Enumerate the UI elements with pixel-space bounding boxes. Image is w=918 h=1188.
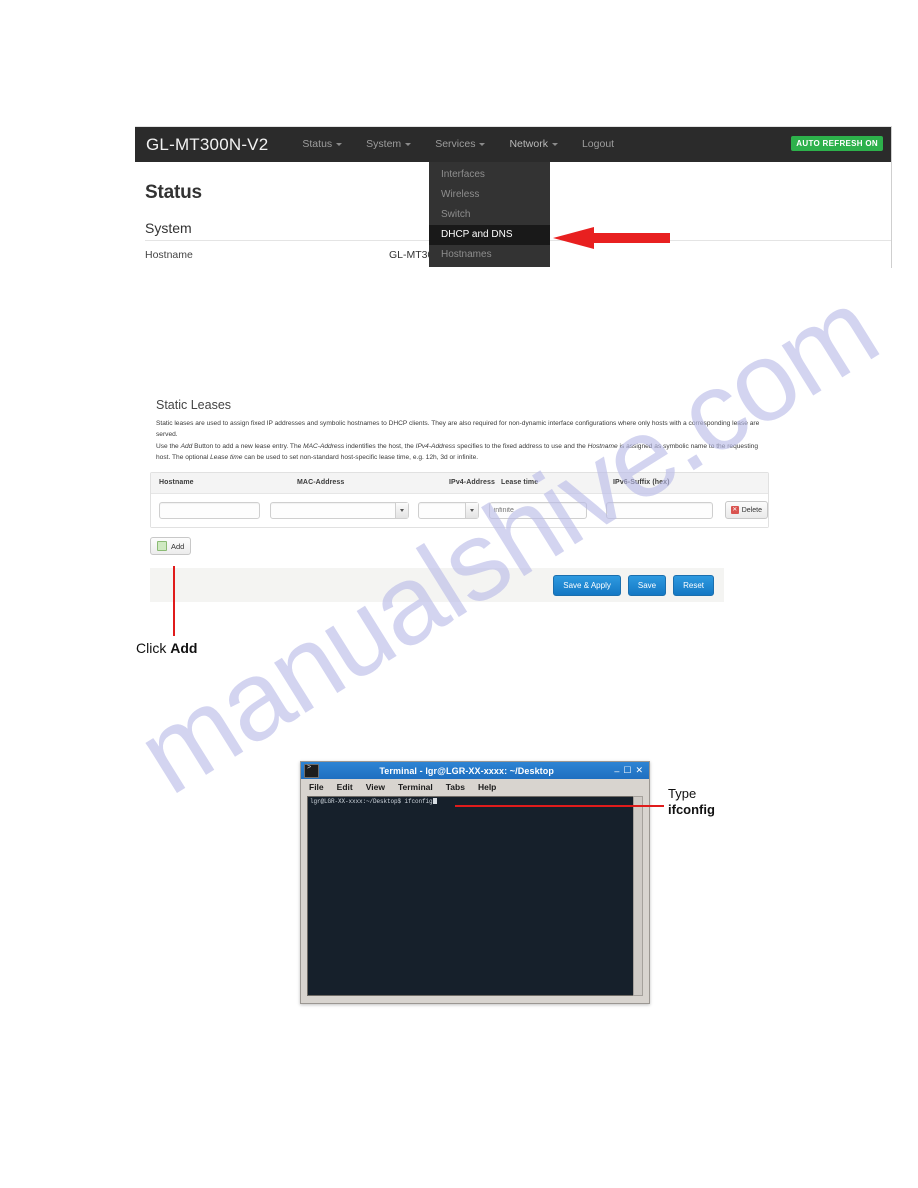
nav-item-logout[interactable]: Logout bbox=[570, 127, 626, 162]
terminal-output-area[interactable]: lgr@LGR-XX-xxxx:~/Desktop$ ifconfig bbox=[307, 796, 643, 996]
dropdown-item-dhcp-and-dns[interactable]: DHCP and DNS bbox=[429, 225, 550, 245]
add-page-icon bbox=[157, 541, 167, 552]
p2-a: Use the bbox=[156, 443, 181, 451]
p2-mac: MAC-Address bbox=[303, 443, 345, 451]
nav-item-system-label: System bbox=[366, 138, 402, 150]
menu-item-file[interactable]: File bbox=[309, 782, 324, 792]
hostname-input[interactable] bbox=[159, 501, 260, 519]
terminal-callout-line2: ifconfig bbox=[668, 802, 715, 817]
static-leases-table-header: Hostname MAC-Address IPv4-Address Lease … bbox=[151, 473, 768, 495]
column-header-lease-time: Lease time bbox=[501, 479, 539, 487]
p2-c: indentifies the host, the bbox=[344, 443, 416, 451]
ipv6-suffix-input[interactable] bbox=[606, 501, 713, 519]
static-leases-paragraph-1: Static leases are used to assign fixed I… bbox=[156, 420, 760, 438]
terminal-icon bbox=[304, 763, 319, 778]
red-arrow-to-dhcp-dns bbox=[553, 227, 670, 249]
static-leases-screenshot: Static Leases Static leases are used to … bbox=[150, 398, 770, 620]
router-web-ui-screenshot: GL-MT300N-V2 Status System Services Netw… bbox=[135, 126, 892, 268]
add-callout-strong: Add bbox=[170, 640, 198, 656]
p2-ipv4: IPv4-Address bbox=[415, 443, 456, 451]
terminal-prompt-line: lgr@LGR-XX-xxxx:~/Desktop$ ifconfig bbox=[308, 797, 642, 805]
auto-refresh-badge[interactable]: AUTO REFRESH ON bbox=[791, 136, 883, 151]
column-header-ipv4-address: IPv4-Address bbox=[449, 479, 495, 487]
static-leases-table: Hostname MAC-Address IPv4-Address Lease … bbox=[150, 472, 769, 529]
nav-item-logout-label: Logout bbox=[581, 138, 615, 150]
dropdown-item-wireless[interactable]: Wireless bbox=[429, 185, 550, 205]
router-nav-items: Status System Services Network Logout bbox=[290, 127, 626, 162]
delete-button[interactable]: ✕ Delete bbox=[724, 501, 768, 520]
maximize-icon[interactable]: ☐ bbox=[623, 765, 631, 776]
p2-lease: Lease time bbox=[210, 453, 243, 461]
delete-icon: ✕ bbox=[730, 506, 739, 515]
terminal-window: Terminal - lgr@LGR-XX-xxxx: ~/Desktop – … bbox=[300, 761, 650, 1004]
p2-f: can be used to set non-standard host-spe… bbox=[242, 453, 479, 461]
chevron-down-icon bbox=[336, 142, 343, 146]
nav-item-services[interactable]: Services bbox=[423, 127, 497, 162]
router-navbar: GL-MT300N-V2 Status System Services Netw… bbox=[135, 127, 891, 162]
network-dropdown-menu: Interfaces Wireless Switch DHCP and DNS … bbox=[429, 162, 550, 267]
nav-item-status[interactable]: Status bbox=[290, 127, 354, 162]
form-actions-bar: Save & Apply Save Reset bbox=[150, 568, 724, 603]
p2-add: Add bbox=[180, 443, 193, 451]
chevron-down-icon bbox=[551, 142, 558, 146]
nav-item-network[interactable]: Network bbox=[497, 127, 570, 162]
ipv4-address-combo[interactable] bbox=[418, 501, 479, 519]
save-and-apply-button[interactable]: Save & Apply bbox=[553, 574, 621, 596]
terminal-title-text: Terminal - lgr@LGR-XX-xxxx: ~/Desktop bbox=[379, 765, 554, 776]
nav-item-system[interactable]: System bbox=[354, 127, 423, 162]
terminal-prompt-text: lgr@LGR-XX-xxxx:~/Desktop$ ifconfig bbox=[310, 798, 433, 805]
dropdown-item-hostnames[interactable]: Hostnames bbox=[429, 245, 550, 265]
p2-hostname: Hostname bbox=[587, 443, 618, 451]
add-callout-line bbox=[173, 566, 175, 636]
terminal-title-bar[interactable]: Terminal - lgr@LGR-XX-xxxx: ~/Desktop – … bbox=[301, 762, 649, 779]
column-header-ipv6-suffix: IPv6-Suffix (hex) bbox=[613, 479, 670, 487]
minimize-icon[interactable]: – bbox=[614, 766, 619, 776]
add-callout-prefix: Click bbox=[136, 640, 171, 656]
reset-button[interactable]: Reset bbox=[673, 574, 714, 596]
column-header-mac-address: MAC-Address bbox=[297, 479, 345, 487]
delete-button-label: Delete bbox=[741, 506, 762, 514]
nav-item-status-label: Status bbox=[302, 138, 333, 150]
lease-time-input[interactable] bbox=[488, 501, 587, 519]
chevron-down-icon[interactable] bbox=[394, 502, 408, 518]
terminal-cursor bbox=[432, 798, 437, 804]
menu-item-tabs[interactable]: Tabs bbox=[446, 782, 465, 792]
p2-b: Button to add a new lease entry. The bbox=[192, 443, 304, 451]
hostname-label: Hostname bbox=[145, 249, 193, 261]
router-brand: GL-MT300N-V2 bbox=[146, 134, 269, 154]
terminal-callout-text: Type ifconfig bbox=[668, 786, 715, 818]
terminal-menu-bar: File Edit View Terminal Tabs Help bbox=[301, 779, 649, 794]
table-row: ✕ Delete bbox=[151, 494, 768, 528]
menu-item-help[interactable]: Help bbox=[478, 782, 496, 792]
column-header-hostname: Hostname bbox=[159, 479, 194, 487]
dropdown-item-interfaces[interactable]: Interfaces bbox=[429, 165, 550, 185]
menu-item-edit[interactable]: Edit bbox=[337, 782, 353, 792]
terminal-callout-line bbox=[455, 805, 664, 807]
menu-item-terminal[interactable]: Terminal bbox=[398, 782, 433, 792]
chevron-down-icon bbox=[405, 142, 412, 146]
close-icon[interactable]: ✕ bbox=[635, 765, 643, 776]
add-button-label: Add bbox=[171, 541, 185, 551]
p2-d: specifies to the fixed address to use an… bbox=[455, 443, 588, 451]
chevron-down-icon bbox=[479, 142, 486, 146]
terminal-callout-line1: Type bbox=[668, 786, 697, 801]
nav-item-network-label: Network bbox=[509, 138, 548, 150]
add-callout-text: Click Add bbox=[136, 640, 197, 656]
terminal-scrollbar[interactable] bbox=[633, 796, 643, 996]
terminal-window-buttons: – ☐ ✕ bbox=[614, 765, 646, 776]
menu-item-view[interactable]: View bbox=[366, 782, 385, 792]
chevron-down-icon[interactable] bbox=[464, 502, 478, 518]
save-button[interactable]: Save bbox=[627, 574, 667, 596]
add-button[interactable]: Add bbox=[150, 537, 192, 556]
dropdown-item-switch[interactable]: Switch bbox=[429, 205, 550, 225]
nav-item-services-label: Services bbox=[435, 138, 476, 150]
static-leases-heading: Static Leases bbox=[156, 398, 232, 412]
mac-address-combo[interactable] bbox=[269, 501, 409, 519]
static-leases-paragraph-2: Use the Add Button to add a new lease en… bbox=[156, 442, 770, 463]
